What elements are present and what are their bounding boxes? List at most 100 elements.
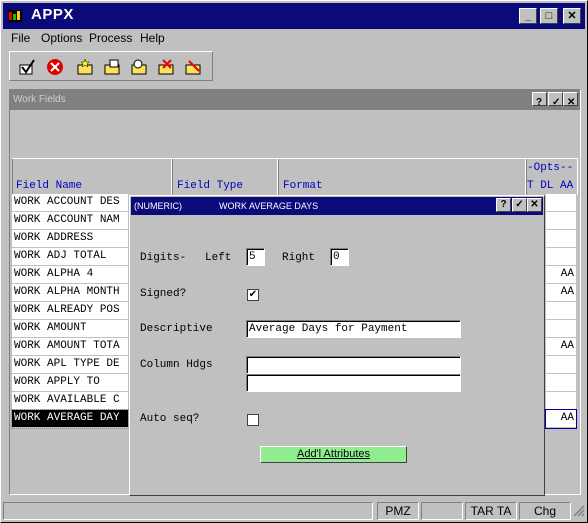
aa-cell[interactable] [546, 320, 576, 338]
column-hdgs-label: Column Hdgs [140, 359, 213, 371]
help-icon: ? [536, 97, 543, 108]
check-icon[interactable] [18, 58, 36, 76]
signed-label: Signed? [140, 288, 187, 300]
dialog-type: (NUMERIC) [134, 201, 182, 211]
list-item[interactable]: WORK ALPHA MONTH [12, 284, 128, 302]
column-heading-input-1[interactable] [246, 356, 461, 374]
aa-cell[interactable] [546, 374, 576, 392]
left-label: Left [205, 252, 232, 264]
help-button[interactable]: ? [532, 92, 547, 108]
status-chg: Chg [519, 502, 571, 520]
title-bar: APPX _ □ ✕ [3, 3, 585, 29]
menu-help[interactable]: Help [140, 31, 165, 45]
column-heading-input-2[interactable] [246, 374, 461, 392]
list-item[interactable]: WORK ACCOUNT DES [12, 194, 128, 212]
list-item[interactable]: WORK ALPHA 4 [12, 266, 128, 284]
list-item-selected[interactable]: WORK AVERAGE DAY [11, 409, 129, 429]
resize-grip-icon[interactable] [573, 505, 585, 517]
dialog-title: WORK AVERAGE DAYS [219, 201, 319, 211]
minimize-button[interactable]: _ [519, 8, 537, 24]
maximize-button[interactable]: □ [540, 8, 558, 24]
aa-cell-selected[interactable]: AA [545, 409, 577, 429]
cancel-folder-icon[interactable] [184, 58, 202, 76]
aa-cell[interactable] [546, 212, 576, 230]
close-icon: ✕ [567, 10, 577, 22]
list-item[interactable]: WORK ACCOUNT NAM [12, 212, 128, 230]
dialog-help-button[interactable]: ? [496, 198, 511, 212]
status-blank [421, 502, 463, 520]
status-pmz: PMZ [377, 502, 419, 520]
menu-file[interactable]: File [11, 31, 30, 45]
dialog-title-bar: (NUMERIC) WORK AVERAGE DAYS ? ✓ ✕ [131, 197, 543, 215]
aa-cell[interactable]: AA [546, 284, 576, 302]
aa-cell[interactable]: AA [546, 338, 576, 356]
close-icon: ✕ [567, 97, 576, 108]
ok-button[interactable]: ✓ [548, 92, 563, 108]
aa-cell[interactable] [546, 392, 576, 410]
right-digits-input[interactable]: 0 [330, 248, 349, 266]
new-folder-icon[interactable] [76, 58, 94, 76]
toolbar [3, 49, 585, 83]
header-field-name: Field Name [16, 180, 83, 192]
menu-options[interactable]: Options [41, 31, 82, 45]
appx-logo-icon [8, 10, 22, 22]
menu-process[interactable]: Process [89, 31, 132, 45]
numeric-field-dialog: (NUMERIC) WORK AVERAGE DAYS ? ✓ ✕ Digits… [129, 195, 545, 496]
close-button[interactable]: ✕ [563, 8, 581, 24]
list-item[interactable]: WORK ALREADY POS [12, 302, 128, 320]
close-icon: ✕ [530, 199, 539, 210]
dialog-ok-button[interactable]: ✓ [512, 198, 527, 212]
field-name-list: WORK ACCOUNT DES WORK ACCOUNT NAM WORK A… [11, 194, 129, 430]
auto-seq-label: Auto seq? [140, 413, 200, 425]
column-format: Format [278, 159, 526, 195]
list-item[interactable]: WORK ADDRESS [12, 230, 128, 248]
aa-cell[interactable] [546, 194, 576, 212]
work-fields-title: Work Fields [13, 94, 66, 105]
check-mark-icon: ✓ [552, 97, 561, 108]
list-item[interactable]: WORK AVAILABLE C [12, 392, 128, 410]
header-format: Format [283, 180, 323, 192]
right-label: Right [282, 252, 316, 264]
toolbar-group [9, 51, 213, 81]
search-folder-icon[interactable] [130, 58, 148, 76]
close-window-button[interactable]: ✕ [563, 92, 578, 108]
signed-checkbox[interactable]: ✔ [247, 289, 259, 301]
grid-header: Field Name Field Type Format -Opts-- T D… [12, 158, 578, 195]
list-item[interactable]: WORK AMOUNT [12, 320, 128, 338]
list-item[interactable]: WORK APL TYPE DE [12, 356, 128, 374]
column-field-name: Field Name [12, 159, 172, 195]
open-folder-icon[interactable] [103, 58, 121, 76]
minimize-icon: _ [524, 10, 532, 22]
header-t-dl-aa: T DL AA [527, 180, 574, 192]
digits-label: Digits- [140, 252, 187, 264]
status-message [3, 502, 373, 520]
maximize-icon: □ [545, 10, 553, 22]
list-item[interactable]: WORK AMOUNT TOTA [12, 338, 128, 356]
aa-cell[interactable] [546, 230, 576, 248]
menu-bar: File Options Process Help [3, 29, 585, 47]
delete-folder-icon[interactable] [157, 58, 175, 76]
aa-cell[interactable]: AA [546, 266, 576, 284]
check-mark-icon: ✓ [515, 199, 524, 210]
aa-cell[interactable] [546, 302, 576, 320]
aa-cell[interactable] [546, 356, 576, 374]
column-field-type: Field Type [172, 159, 278, 195]
status-tar: TAR TA [465, 502, 517, 520]
aa-cell[interactable] [546, 248, 576, 266]
descriptive-input[interactable]: Average Days for Payment [246, 320, 461, 338]
status-bar: PMZ TAR TA Chg [3, 501, 585, 521]
column-opts: -Opts-- T DL AA [526, 159, 578, 195]
list-item[interactable]: WORK APPLY TO [12, 374, 128, 392]
aa-option-column: AA AA AA AA [545, 194, 577, 430]
additional-attributes-button[interactable]: Add'l Attributes [260, 446, 407, 463]
checkmark-icon: ✔ [248, 289, 258, 300]
main-window: APPX _ □ ✕ File Options Process Help Wor… [0, 0, 588, 523]
list-item[interactable]: WORK ADJ TOTAL [12, 248, 128, 266]
stop-icon[interactable] [46, 58, 64, 76]
auto-seq-checkbox[interactable] [247, 414, 259, 426]
header-opts: -Opts-- [527, 162, 574, 174]
dialog-close-button[interactable]: ✕ [527, 198, 542, 212]
help-icon: ? [500, 199, 507, 210]
left-digits-input[interactable]: 5 [246, 248, 265, 266]
descriptive-label: Descriptive [140, 323, 213, 335]
